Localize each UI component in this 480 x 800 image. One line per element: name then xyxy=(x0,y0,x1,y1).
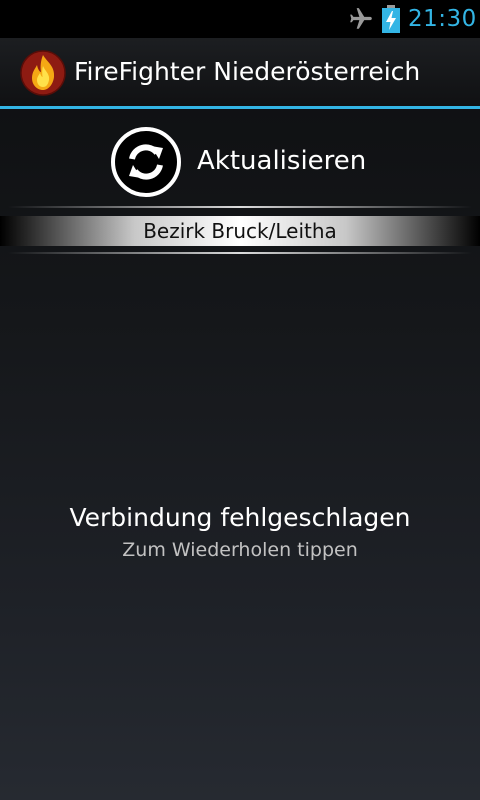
status-clock: 21:30 xyxy=(408,6,477,32)
fire-icon[interactable] xyxy=(20,50,66,96)
action-bar: FireFighter Niederösterreich xyxy=(0,38,480,106)
refresh-icon[interactable] xyxy=(110,126,182,198)
divider xyxy=(8,252,472,254)
battery-charging-icon xyxy=(382,5,400,33)
divider xyxy=(8,206,472,208)
connection-error-retry[interactable]: Verbindung fehlgeschlagen Zum Wiederhole… xyxy=(0,500,480,564)
refresh-button[interactable]: Aktualisieren xyxy=(0,120,480,206)
status-bar: 21:30 xyxy=(0,0,480,38)
district-label: Bezirk Bruck/Leitha xyxy=(143,219,337,243)
action-bar-divider xyxy=(0,106,480,109)
airplane-mode-icon xyxy=(350,8,372,29)
app-screen: 21:30 FireFighter Niederösterreich Aktua… xyxy=(0,0,480,800)
error-title: Verbindung fehlgeschlagen xyxy=(69,503,411,532)
app-title: FireFighter Niederösterreich xyxy=(74,57,421,86)
retry-hint: Zum Wiederholen tippen xyxy=(122,539,358,561)
refresh-label: Aktualisieren xyxy=(197,146,367,176)
district-selector[interactable]: Bezirk Bruck/Leitha xyxy=(0,216,480,246)
